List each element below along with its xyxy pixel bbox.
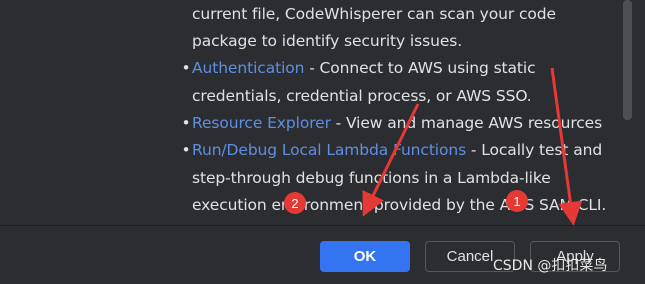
bullet-text: - Connect to AWS using static — [304, 59, 536, 77]
watermark: CSDN @扣扣菜鸟 — [493, 258, 608, 274]
ok-button[interactable]: OK — [320, 241, 410, 272]
settings-tree-panel — [0, 0, 164, 225]
annotation-badge-1: 1 — [506, 190, 528, 212]
intro-line-2: package to identify security issues. — [192, 32, 463, 50]
list-item-run-debug-lambda: • Run/Debug Local Lambda Functions - Loc… — [176, 137, 634, 220]
intro-line-1: current file, CodeWhisperer can scan you… — [192, 5, 556, 23]
run-debug-lambda-link[interactable]: Run/Debug Local Lambda Functions — [192, 141, 466, 159]
list-item-resource-explorer: • Resource Explorer - View and manage AW… — [176, 110, 634, 138]
list-item-authentication: • Authentication - Connect to AWS using … — [176, 55, 634, 110]
bullet-text: execution environment provided by the AW… — [192, 196, 607, 214]
bullet-text: step-through debug functions in a Lambda… — [192, 168, 551, 187]
authentication-link[interactable]: Authentication — [192, 59, 304, 77]
bullet-icon: • — [181, 141, 191, 159]
bullet-text: credentials, credential process, or AWS … — [192, 86, 532, 105]
plugin-description: current file, CodeWhisperer can scan you… — [164, 0, 634, 225]
bullet-text: - View and manage AWS resources — [330, 114, 603, 132]
resource-explorer-link[interactable]: Resource Explorer — [192, 114, 331, 132]
content-scrollbar[interactable] — [623, 0, 632, 120]
annotation-badge-2: 2 — [284, 192, 306, 214]
bullet-icon: • — [181, 114, 191, 132]
bullet-icon: • — [181, 59, 191, 77]
bullet-text: - Locally test and — [466, 141, 603, 159]
